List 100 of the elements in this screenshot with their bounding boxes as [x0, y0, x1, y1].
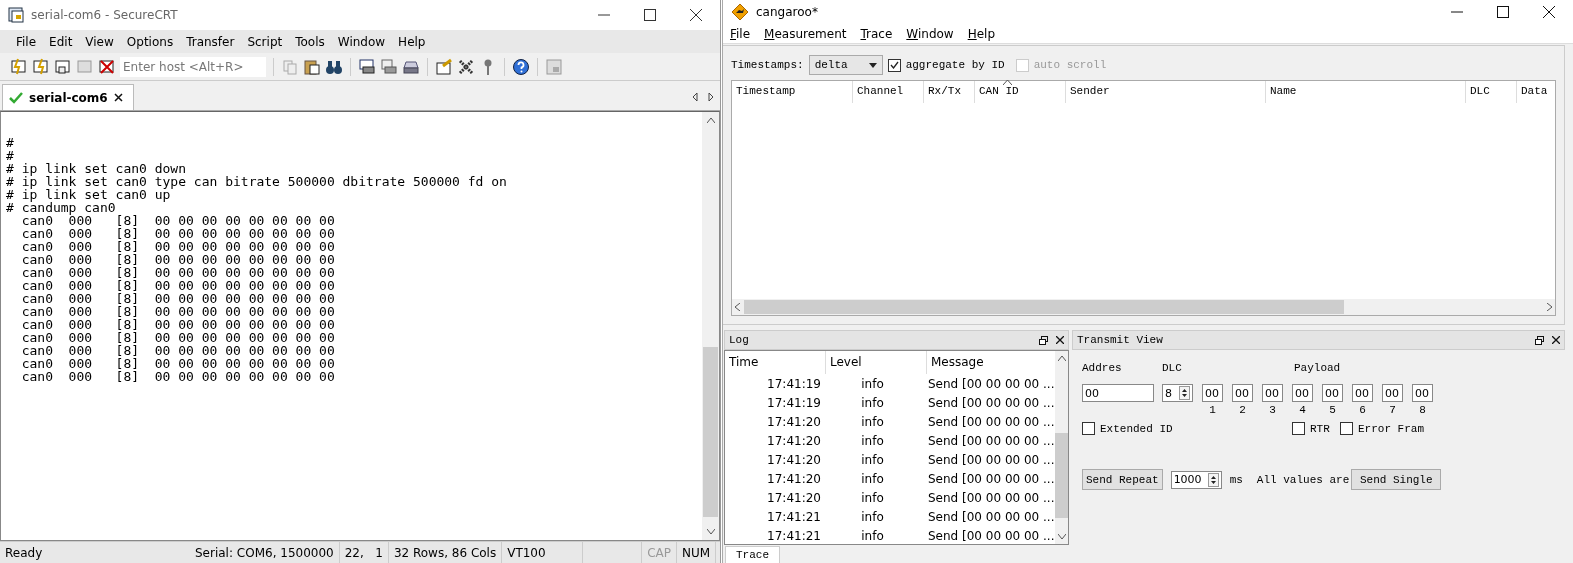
checkbox[interactable]: [887, 58, 901, 72]
checkbox-label: RTR: [1310, 422, 1330, 435]
table-cell-text: Send [00 00 00 00 ...: [927, 471, 1055, 486]
send-single-button[interactable]: Send Single: [1351, 469, 1442, 490]
table-cell-text: 17:41:19: [766, 395, 821, 410]
dock-tab[interactable]: Trace: [725, 546, 780, 563]
column-header[interactable]: Timestamp: [732, 81, 853, 103]
table-cell-text: 17:41:19: [766, 376, 821, 391]
float-icon[interactable]: [1039, 335, 1048, 345]
timestamps-label: Timestamps:: [731, 59, 804, 71]
menu-item[interactable]: Options: [126, 34, 174, 49]
disconnect-icon[interactable]: [98, 57, 116, 76]
table-cell-text: info: [860, 395, 885, 410]
payload-label: Payload: [1294, 362, 1341, 376]
column-header[interactable]: CAN ID: [975, 81, 1066, 103]
menu-item[interactable]: Help: [967, 26, 996, 41]
spin-arrows-icon[interactable]: [1207, 472, 1219, 487]
lightning-icon[interactable]: [10, 57, 28, 76]
printer-icon[interactable]: [358, 57, 376, 76]
byte-index: 8: [1419, 404, 1426, 416]
left-arrow-icon[interactable]: [692, 92, 698, 102]
terminal-line: can0 000 [8] 00 00 00 00 00 00 00 00: [20, 253, 336, 266]
scrollbar-thumb[interactable]: [744, 300, 1344, 314]
terminal-line: can0 000 [8] 00 00 00 00 00 00 00 00: [20, 344, 336, 357]
terminal-line: can0 000 [8] 00 00 00 00 00 00 00 00: [20, 292, 336, 305]
column-header[interactable]: Time: [725, 351, 826, 374]
byte-field[interactable]: 00: [1382, 384, 1403, 402]
checkbox-label: auto scroll: [1033, 59, 1107, 71]
terminal-line: can0 000 [8] 00 00 00 00 00 00 00 00: [20, 318, 336, 331]
right-arrow-icon[interactable]: [708, 92, 714, 102]
status-field: VT100: [502, 542, 584, 563]
column-header[interactable]: Data: [1517, 81, 1555, 103]
byte-index: 4: [1299, 404, 1306, 416]
column-header[interactable]: Message: [927, 351, 1055, 374]
scrollbar-thumb[interactable]: [1054, 433, 1068, 518]
table-cell-text: 17:41:20: [766, 433, 821, 448]
column-header[interactable]: Sender: [1066, 81, 1266, 103]
tab-label: serial-com6: [29, 90, 108, 105]
close-icon[interactable]: [113, 93, 123, 102]
host-field[interactable]: Enter host <Alt+R>: [120, 56, 266, 77]
dlc-spinbox[interactable]: 8: [1162, 384, 1193, 402]
session-tab[interactable]: serial-com6: [2, 84, 134, 110]
menu-item[interactable]: Measurement: [764, 26, 847, 41]
column-header[interactable]: Rx/Tx: [924, 81, 975, 103]
byte-field[interactable]: 00: [1202, 384, 1223, 402]
byte-field[interactable]: 00: [1352, 384, 1373, 402]
clipboard-icon[interactable]: [303, 57, 321, 76]
timestamps-dropdown[interactable]: delta: [808, 55, 883, 75]
interval-spinbox[interactable]: 1000: [1170, 470, 1222, 489]
menu-item[interactable]: Script: [247, 34, 283, 49]
terminal-line: can0 000 [8] 00 00 00 00 00 00 00 00: [20, 240, 336, 253]
menu-item[interactable]: Help: [398, 34, 426, 49]
menu-item[interactable]: Window: [337, 34, 386, 49]
menu-item[interactable]: File: [16, 34, 37, 49]
status-field: Serial: COM6, 1500000: [190, 542, 340, 563]
terminal-line: can0 000 [8] 00 00 00 00 00 00 00 00: [20, 331, 336, 344]
byte-index: 2: [1239, 404, 1246, 416]
close-icon[interactable]: [690, 9, 702, 21]
lightning-icon[interactable]: [32, 57, 50, 76]
help-icon[interactable]: [512, 57, 530, 76]
menu-item[interactable]: File: [730, 26, 751, 41]
terminal-line: can0 000 [8] 00 00 00 00 00 00 00 00: [20, 279, 336, 292]
byte-field[interactable]: 00: [1292, 384, 1313, 402]
maximize-icon[interactable]: [644, 9, 656, 21]
column-header[interactable]: DLC: [1466, 81, 1517, 103]
byte-field[interactable]: 00: [1262, 384, 1283, 402]
window-icon[interactable]: [54, 57, 72, 76]
terminal-line: #: [6, 136, 15, 149]
spin-arrows-icon[interactable]: [1179, 386, 1190, 400]
menu-item[interactable]: View: [85, 34, 114, 49]
terminal-line: can0 000 [8] 00 00 00 00 00 00 00 00: [20, 266, 336, 279]
terminal-line: can0 000 [8] 00 00 00 00 00 00 00 00: [20, 214, 336, 227]
table-cell-text: info: [860, 471, 885, 486]
address-field[interactable]: 00: [1082, 384, 1154, 402]
close-icon[interactable]: [1552, 336, 1560, 344]
menu-item[interactable]: Transfer: [186, 34, 235, 49]
column-header[interactable]: Channel: [853, 81, 924, 103]
menu-item[interactable]: Window: [906, 26, 954, 41]
menu-item[interactable]: Tools: [295, 34, 325, 49]
byte-field[interactable]: 00: [1232, 384, 1253, 402]
send-repeat-button[interactable]: Send Repeat: [1082, 469, 1163, 490]
column-header[interactable]: Level: [826, 351, 927, 374]
scrollbar-thumb[interactable]: [703, 347, 718, 517]
byte-field[interactable]: 00: [1412, 384, 1433, 402]
maximize-icon[interactable]: [1497, 6, 1509, 19]
close-icon[interactable]: [1543, 6, 1555, 19]
checkbox[interactable]: [1082, 422, 1095, 435]
column-header[interactable]: Name: [1266, 81, 1466, 103]
printer-icon[interactable]: [380, 57, 398, 76]
close-icon[interactable]: [1056, 336, 1064, 344]
float-icon[interactable]: [1535, 335, 1544, 345]
checkbox[interactable]: [1292, 422, 1305, 435]
checkbox[interactable]: [1340, 422, 1353, 435]
byte-index: 3: [1269, 404, 1276, 416]
status-field: 22, 1: [339, 542, 389, 563]
table-cell-text: Send [00 00 00 00 ...: [927, 414, 1055, 429]
tools-icon[interactable]: [457, 57, 475, 76]
menu-item[interactable]: Edit: [49, 34, 73, 49]
byte-field[interactable]: 00: [1322, 384, 1343, 402]
menu-item[interactable]: Trace: [860, 26, 893, 41]
